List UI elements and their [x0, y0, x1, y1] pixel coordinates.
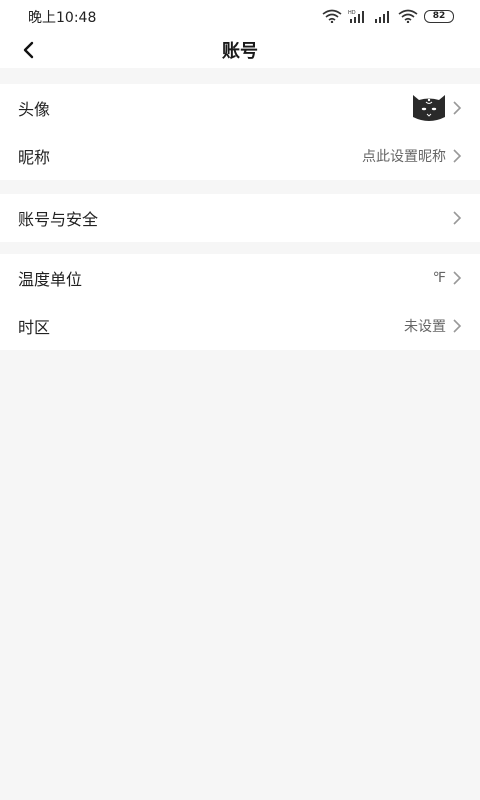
temperature-unit-row[interactable]: 温度单位 ℉	[0, 254, 480, 302]
avatar	[413, 95, 445, 121]
temperature-unit-label: 温度单位	[18, 270, 83, 289]
settings-group-account: 账号与安全	[0, 194, 480, 242]
chevron-right-icon	[453, 271, 462, 285]
hd-signal-icon: HD	[348, 10, 364, 23]
account-security-label: 账号与安全	[18, 210, 99, 229]
wifi-icon	[322, 9, 342, 23]
status-bar: 晚上10:48 HD 82	[0, 0, 480, 32]
nickname-value: 点此设置昵称	[362, 149, 446, 165]
chevron-right-icon	[453, 101, 462, 115]
settings-group-profile: 头像 昵称 点此设置昵称	[0, 84, 480, 180]
battery-indicator: 82	[424, 9, 454, 23]
timezone-row[interactable]: 时区 未设置	[0, 302, 480, 350]
settings-group-preferences: 温度单位 ℉ 时区 未设置	[0, 254, 480, 350]
signal-icon	[375, 11, 389, 23]
temperature-unit-value: ℉	[432, 270, 446, 286]
chevron-right-icon	[453, 149, 462, 163]
nav-bar: 账号	[0, 32, 480, 68]
status-icons: HD 82	[322, 8, 454, 24]
avatar-label: 头像	[18, 100, 51, 119]
page-title: 账号	[222, 41, 258, 62]
nickname-label: 昵称	[18, 148, 51, 167]
chevron-right-icon	[453, 211, 462, 225]
account-security-row[interactable]: 账号与安全	[0, 194, 480, 242]
wifi-6-icon	[398, 9, 418, 23]
avatar-row[interactable]: 头像	[0, 84, 480, 132]
chevron-right-icon	[453, 319, 462, 333]
svg-text:HD: HD	[348, 10, 356, 16]
timezone-label: 时区	[18, 318, 51, 337]
nickname-row[interactable]: 昵称 点此设置昵称	[0, 132, 480, 180]
timezone-value: 未设置	[404, 319, 446, 335]
status-time: 晚上10:48	[28, 10, 97, 26]
